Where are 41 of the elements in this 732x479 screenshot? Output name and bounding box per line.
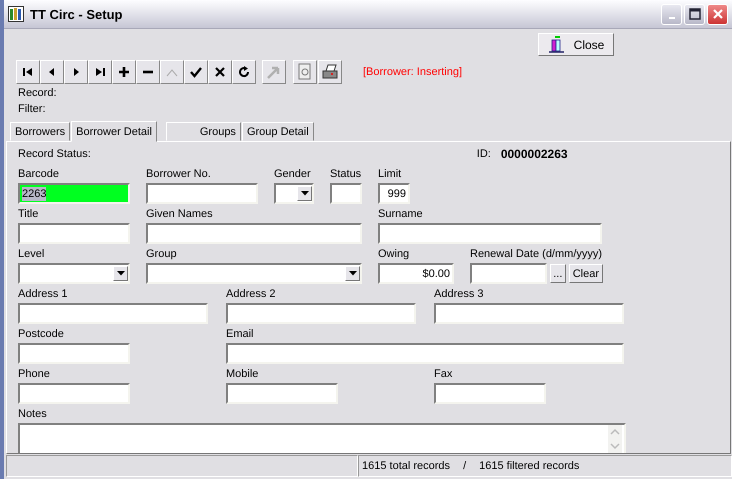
id-label: ID:	[476, 148, 491, 160]
field-label: Email	[226, 328, 255, 342]
field-label: Given Names	[146, 208, 214, 222]
tab[interactable]: Groups	[166, 122, 241, 141]
field-label: Group	[146, 248, 178, 262]
record-status-label: Record Status:	[18, 148, 91, 160]
input-field[interactable]: 999	[378, 183, 410, 204]
field-label: Limit	[378, 168, 402, 182]
field-label: Surname	[378, 208, 424, 222]
field-label: Owing	[378, 248, 410, 262]
field-label: Renewal Date (d/mm/yyyy)	[470, 248, 603, 262]
mode-status: [Borrower: Inserting]	[363, 66, 462, 78]
field-label: Address 3	[434, 288, 485, 302]
field-label: Phone	[18, 368, 51, 382]
field-label: Borrower No.	[146, 168, 212, 182]
filter-label: Filter:	[18, 103, 46, 115]
total-records: 1615 total records	[362, 460, 450, 472]
tab[interactable]: Borrower Detail	[71, 121, 157, 142]
field-label: Mobile	[226, 368, 260, 382]
field-label: Address 2	[226, 288, 277, 302]
field-label: Postcode	[18, 328, 65, 342]
close-button[interactable]: Close	[538, 33, 614, 56]
input-field[interactable]: 2263	[18, 183, 130, 204]
field-label: Address 1	[18, 288, 69, 302]
filtered-records: 1615 filtered records	[479, 460, 580, 472]
field-label: Fax	[434, 368, 454, 382]
clear-button[interactable]: Clear	[568, 264, 603, 283]
window-title: TT Circ - Setup	[30, 6, 122, 22]
record-label: Record:	[18, 87, 57, 99]
field-label: Notes	[18, 408, 48, 422]
field-label: Level	[18, 248, 46, 262]
browse-button[interactable]: ...	[550, 264, 566, 283]
field-label: Title	[18, 208, 40, 222]
input-field[interactable]: $0.00	[378, 263, 454, 284]
tab[interactable]: Group Detail	[242, 122, 314, 141]
field-label: Status	[330, 168, 362, 182]
field-label: Gender	[274, 168, 312, 182]
field-label: Barcode	[18, 168, 60, 182]
id-value: 0000002263	[500, 147, 568, 161]
tab[interactable]: Borrowers	[10, 122, 70, 141]
separator: /	[463, 460, 466, 472]
